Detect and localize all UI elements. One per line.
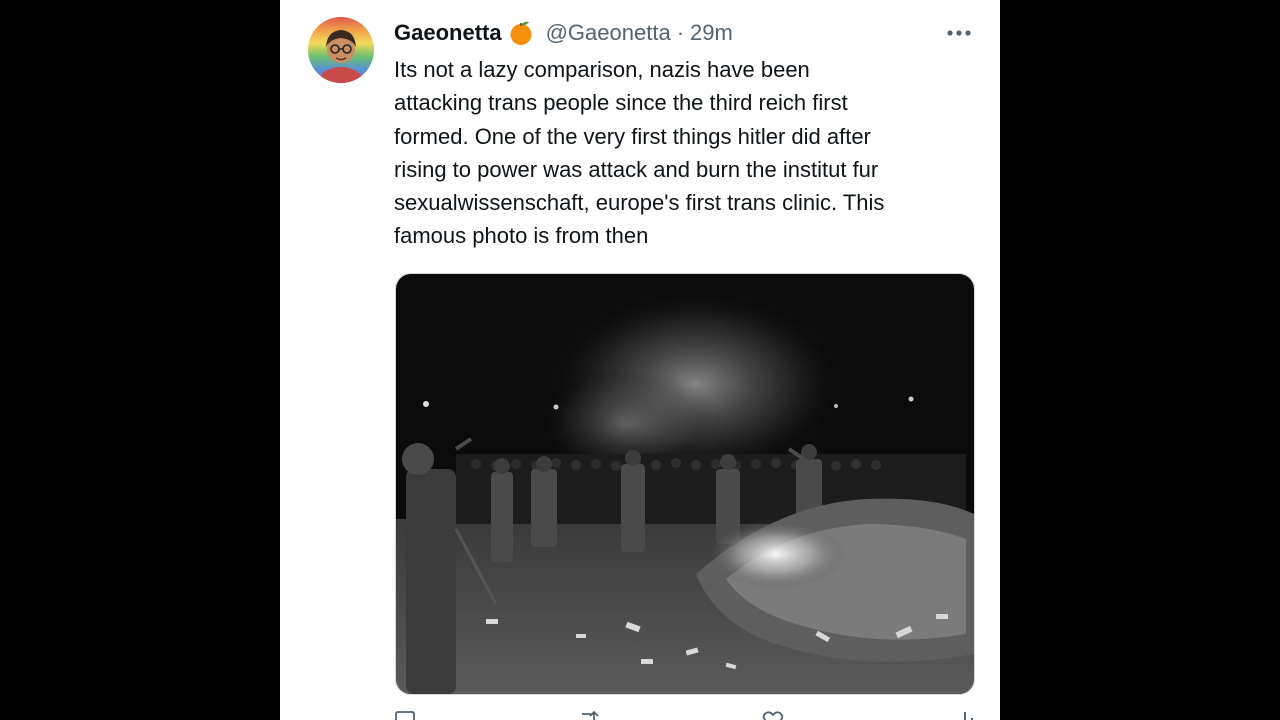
avatar[interactable]: [308, 17, 374, 83]
tweet-header: Gaeonetta @Gaeonetta · 29m: [394, 17, 733, 49]
views-icon[interactable]: [954, 710, 976, 720]
user-handle[interactable]: @Gaeonetta: [546, 20, 671, 46]
tweet-actions: [394, 710, 979, 720]
book-burning-photo: [396, 274, 974, 694]
retweet-icon[interactable]: [578, 710, 600, 720]
display-name[interactable]: Gaeonetta: [394, 20, 502, 46]
separator-dot: ·: [676, 20, 685, 45]
timestamp[interactable]: 29m: [690, 20, 733, 46]
tweet-card: Gaeonetta @Gaeonetta · 29m Its not a laz…: [280, 0, 1000, 720]
tweet-photo[interactable]: [395, 273, 975, 695]
reply-icon[interactable]: [394, 710, 416, 720]
orange-emoji-icon: [508, 20, 534, 46]
like-icon[interactable]: [762, 710, 784, 720]
more-icon[interactable]: [940, 22, 978, 44]
tweet-text: Its not a lazy comparison, nazis have be…: [394, 57, 885, 249]
avatar-image: [308, 17, 374, 83]
